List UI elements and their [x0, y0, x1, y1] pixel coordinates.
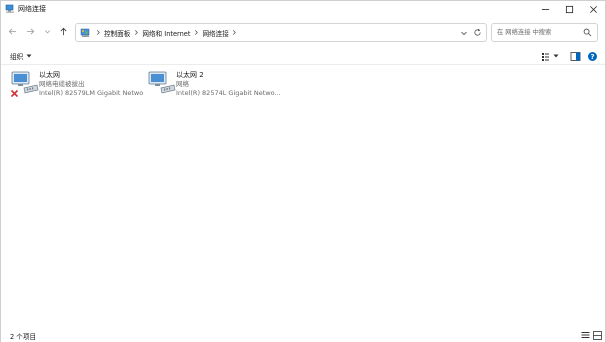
refresh-icon [474, 28, 481, 36]
large-icons-view-icon [593, 331, 602, 340]
adapter-device: Intel(R) 82574L Gigabit Netwo... [176, 89, 280, 97]
organize-button[interactable]: 组织 [10, 50, 32, 62]
chevron-right-icon[interactable] [191, 28, 201, 37]
breadcrumb-control-panel[interactable]: 控制面板 [103, 28, 131, 38]
item-count: 2 个项目 [10, 333, 37, 341]
adapter-item[interactable]: 以太网 2 网络 Intel(R) 82574L Gigabit Netwo..… [147, 69, 280, 101]
caret-down-icon [553, 54, 559, 58]
view-dropdown-button[interactable] [553, 50, 559, 62]
breadcrumb: 控制面板 网络和 Internet 网络连接 [93, 24, 240, 41]
preview-pane-button[interactable] [570, 50, 581, 62]
minimize-button[interactable] [533, 1, 557, 18]
title-bar: 网络连接 [1, 1, 605, 18]
organize-label: 组织 [10, 53, 24, 61]
view-options-button[interactable] [541, 50, 552, 62]
view-options-icon [542, 52, 549, 61]
adapter-status: 网络电缆被拔出 [39, 80, 85, 88]
search-box[interactable] [491, 23, 598, 42]
forward-button[interactable] [23, 24, 37, 38]
caret-down-icon [26, 54, 32, 58]
window-title: 网络连接 [18, 5, 46, 13]
maximize-button[interactable] [557, 1, 581, 18]
red-x-icon [10, 89, 19, 98]
address-bar[interactable]: 控制面板 网络和 Internet 网络连接 [75, 23, 487, 42]
chevron-down-icon [44, 29, 50, 33]
arrow-right-icon [26, 28, 34, 34]
address-history-button[interactable] [460, 29, 468, 37]
adapter-name: 以太网 2 [176, 71, 204, 79]
breadcrumb-network-internet[interactable]: 网络和 Internet [141, 28, 191, 38]
search-icon[interactable] [583, 28, 592, 37]
control-panel-icon [80, 27, 91, 38]
recent-locations-button[interactable] [40, 24, 54, 38]
adapter-name: 以太网 [39, 71, 60, 79]
chevron-right-icon[interactable] [230, 28, 240, 37]
large-icons-view-button[interactable] [593, 331, 602, 340]
chevron-right-icon[interactable] [131, 28, 141, 37]
minimize-icon [541, 9, 549, 10]
up-button[interactable] [56, 24, 70, 38]
arrow-left-icon [8, 28, 16, 34]
chevron-right-icon[interactable] [93, 28, 103, 37]
back-button[interactable] [5, 24, 19, 38]
adapter-device: Intel(R) 82579LM Gigabit Netwo... [39, 89, 143, 97]
search-input[interactable] [492, 24, 584, 41]
command-bar: 组织 ? [1, 47, 605, 65]
help-icon: ? [588, 51, 597, 61]
network-connections-icon [5, 4, 15, 14]
network-adapter-icon [147, 70, 177, 100]
status-bar: 2 个项目 [1, 329, 605, 342]
refresh-button[interactable] [473, 28, 482, 37]
chevron-down-icon [461, 31, 467, 36]
details-view-button[interactable] [581, 331, 590, 340]
explorer-window: 网络连接 控制面板 网络和 Internet 网络连接 在 网络连接 中搜索 组… [0, 0, 606, 342]
close-button[interactable] [581, 1, 605, 18]
preview-pane-icon [570, 51, 581, 61]
adapter-status: 网络 [176, 80, 189, 88]
svg-text:?: ? [590, 53, 594, 61]
maximize-icon [565, 5, 573, 14]
arrow-up-icon [60, 27, 66, 35]
adapter-item[interactable]: 以太网 网络电缆被拔出 Intel(R) 82579LM Gigabit Net… [10, 69, 143, 101]
close-icon [589, 6, 597, 13]
file-list[interactable]: 以太网 网络电缆被拔出 Intel(R) 82579LM Gigabit Net… [1, 66, 605, 326]
breadcrumb-network-connections[interactable]: 网络连接 [201, 28, 229, 38]
details-view-icon [581, 332, 590, 338]
help-button[interactable]: ? [587, 50, 598, 62]
